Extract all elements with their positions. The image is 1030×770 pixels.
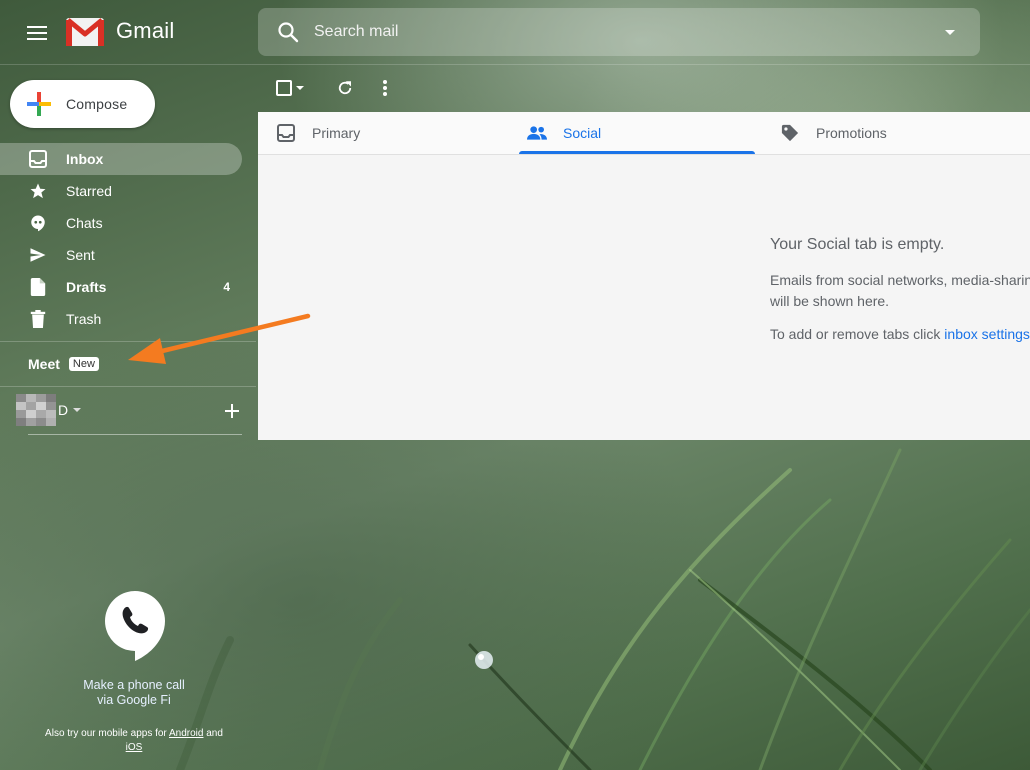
sidebar-item-chats[interactable]: Chats [0, 207, 242, 239]
search-options-icon[interactable] [938, 20, 962, 44]
mail-toolbar [258, 72, 397, 104]
sidebar-item-starred[interactable]: Starred [0, 175, 242, 207]
caret-down-icon[interactable] [72, 405, 82, 415]
more-options-button[interactable] [373, 76, 397, 100]
hangouts-user[interactable]: D [16, 394, 242, 426]
select-all-checkbox[interactable] [276, 80, 305, 96]
phone-call-link[interactable]: Make a phone call via Google Fi [40, 678, 228, 708]
inbox-icon [28, 149, 48, 169]
sidebar-divider [0, 386, 256, 387]
more-vert-icon [383, 80, 387, 96]
sidebar-item-label: Chats [66, 215, 103, 231]
app-name: Gmail [116, 18, 175, 43]
refresh-button[interactable] [333, 76, 357, 100]
search-input[interactable] [312, 22, 938, 42]
phone-line-1: Make a phone call [83, 678, 185, 692]
drafts-count: 4 [223, 280, 230, 294]
empty-desc-line-2: will be shown here. [770, 293, 890, 309]
category-tabs: Primary Social Promotions [258, 112, 1030, 155]
inbox-icon [276, 123, 296, 143]
active-tab-indicator [519, 151, 755, 154]
caret-down-icon [296, 86, 304, 90]
search-bar[interactable] [258, 8, 980, 56]
sidebar-item-label: Sent [66, 247, 95, 263]
avatar [16, 394, 56, 426]
meet-section[interactable]: Meet New [28, 356, 99, 372]
send-icon [28, 245, 48, 265]
empty-state: Your Social tab is empty. Emails from so… [770, 236, 1030, 342]
ios-link[interactable]: iOS [126, 742, 143, 753]
tabs-hint-prefix: To add or remove tabs click [770, 326, 941, 342]
mobile-apps-note: Also try our mobile apps for Android and… [20, 727, 248, 755]
user-name: D [58, 402, 69, 418]
tab-label: Primary [312, 125, 361, 141]
android-link[interactable]: Android [169, 728, 203, 739]
sidebar-item-drafts[interactable]: Drafts 4 [0, 271, 242, 303]
main-menu-button[interactable] [22, 18, 52, 48]
hamburger-icon [27, 26, 47, 40]
sidebar-item-label: Drafts [66, 279, 107, 295]
phone-call-icon[interactable] [104, 590, 166, 662]
sidebar-item-label: Inbox [66, 151, 104, 167]
chat-bubble-icon [28, 213, 48, 233]
hangouts-divider [28, 434, 242, 435]
tab-label: Social [563, 125, 602, 141]
mobile-prefix: Also try our mobile apps for [45, 728, 167, 739]
compose-label: Compose [66, 96, 128, 112]
gmail-logo[interactable]: Gmail [66, 16, 174, 46]
tag-icon [780, 123, 800, 143]
star-icon [28, 181, 48, 201]
phone-line-2: via Google Fi [97, 693, 171, 707]
sidebar-item-label: Starred [66, 183, 112, 199]
header-divider [0, 64, 1030, 65]
mail-panel: Primary Social Promotions Your Social ta… [258, 112, 1030, 440]
search-icon[interactable] [276, 20, 300, 44]
people-icon [527, 123, 547, 143]
tab-primary[interactable]: Primary [276, 112, 360, 154]
empty-desc-line-1: Emails from social networks, media-shari… [770, 272, 1030, 288]
sidebar-item-trash[interactable]: Trash [0, 303, 242, 335]
sidebar-item-sent[interactable]: Sent [0, 239, 242, 271]
compose-button[interactable]: Compose [10, 80, 155, 128]
empty-title: Your Social tab is empty. [770, 236, 945, 253]
refresh-icon [338, 81, 352, 95]
new-badge: New [68, 357, 99, 371]
trash-icon [28, 309, 48, 329]
sidebar-item-label: Trash [66, 311, 102, 327]
tab-promotions[interactable]: Promotions [780, 112, 887, 154]
add-icon[interactable] [222, 401, 242, 421]
sidebar-nav: Inbox Starred Chats Sent Drafts 4 Trash [0, 143, 256, 335]
sidebar-divider [0, 341, 256, 342]
checkbox-icon [276, 80, 292, 96]
sidebar-item-inbox[interactable]: Inbox [0, 143, 242, 175]
tab-settings-hint: To add or remove tabs click inbox settin… [770, 326, 1030, 342]
inbox-settings-link[interactable]: inbox settings [944, 326, 1030, 342]
gmail-envelope-icon [66, 18, 104, 46]
tab-social[interactable]: Social [527, 112, 601, 154]
compose-plus-icon [27, 92, 51, 116]
empty-description: Emails from social networks, media-shari… [770, 270, 1030, 312]
tab-label: Promotions [816, 125, 887, 141]
mobile-and: and [206, 728, 223, 739]
meet-label: Meet [28, 356, 60, 372]
draft-document-icon [28, 277, 48, 297]
